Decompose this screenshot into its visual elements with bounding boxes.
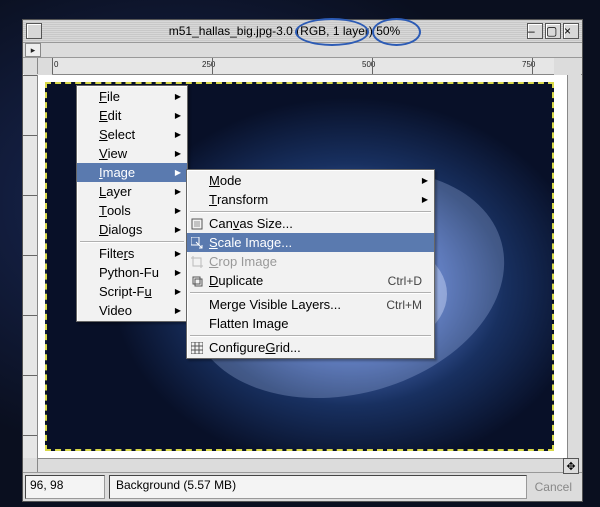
submenu-arrow-icon: ▶ <box>175 168 181 177</box>
menu-item-duplicate[interactable]: DuplicateCtrl+D <box>187 271 434 290</box>
ruler-corner <box>23 58 38 74</box>
menu-item-mode[interactable]: Mode▶ <box>187 171 434 190</box>
main-context-menu: File▶Edit▶Select▶View▶Image▶Layer▶Tools▶… <box>76 85 188 322</box>
submenu-arrow-icon: ▶ <box>422 195 428 204</box>
window-titlebar[interactable]: m51_hallas_big.jpg-3.0 (RGB, 1 layer) 50… <box>23 20 582 43</box>
menu-item-mergevisiblelayers[interactable]: Merge Visible Layers...Ctrl+M <box>187 295 434 314</box>
submenu-arrow-icon: ▶ <box>175 149 181 158</box>
submenu-arrow-icon: ▶ <box>175 130 181 139</box>
image-submenu: Mode▶Transform▶ Canvas Size...Scale Image… <box>186 169 435 359</box>
horizontal-scrollbar[interactable] <box>38 458 568 472</box>
menu-item-scaleimage[interactable]: Scale Image... <box>187 233 434 252</box>
vertical-scrollbar[interactable] <box>567 75 582 458</box>
ruler-horizontal[interactable]: 0 250 500 750 <box>52 58 554 75</box>
statusbar: 96, 98 Background (5.57 MB) Cancel <box>23 472 582 501</box>
submenu-arrow-icon: ▶ <box>175 287 181 296</box>
submenu-arrow-icon: ▶ <box>175 225 181 234</box>
menu-item-transform[interactable]: Transform▶ <box>187 190 434 209</box>
maximize-button[interactable]: ▢ <box>545 23 561 39</box>
submenu-arrow-icon: ▶ <box>175 111 181 120</box>
navigation-preview-button[interactable]: ✥ <box>563 458 579 474</box>
menu-item-select[interactable]: Select▶ <box>77 125 187 144</box>
menu-item-scriptfu[interactable]: Script-Fu▶ <box>77 282 187 301</box>
menu-separator <box>190 292 431 293</box>
menu-separator <box>190 211 431 212</box>
menu-item-layer[interactable]: Layer▶ <box>77 182 187 201</box>
menu-separator <box>190 335 431 336</box>
duplicate-icon <box>190 274 204 288</box>
window-menu-button[interactable] <box>26 23 42 39</box>
scale-icon <box>190 236 204 250</box>
ruler-vertical[interactable] <box>23 75 38 458</box>
submenu-arrow-icon: ▶ <box>175 187 181 196</box>
status-layer-info: Background (5.57 MB) <box>109 475 527 499</box>
crop-icon <box>190 255 204 269</box>
submenu-arrow-icon: ▶ <box>175 268 181 277</box>
menu-item-tools[interactable]: Tools▶ <box>77 201 187 220</box>
menu-item-video[interactable]: Video▶ <box>77 301 187 320</box>
ruler-end <box>568 58 582 74</box>
menu-item-dialogs[interactable]: Dialogs▶ <box>77 220 187 239</box>
menu-item-canvassize[interactable]: Canvas Size... <box>187 214 434 233</box>
menu-item-image[interactable]: Image▶ <box>77 163 187 182</box>
menu-button-icon[interactable]: ▸ <box>25 43 41 57</box>
quickmask-toggle[interactable] <box>23 458 38 472</box>
menu-item-configuregrid[interactable]: Configure Grid... <box>187 338 434 357</box>
menu-item-flattenimage[interactable]: Flatten Image <box>187 314 434 333</box>
submenu-arrow-icon: ▶ <box>422 176 428 185</box>
minimize-button[interactable]: – <box>527 23 543 39</box>
keyboard-shortcut: Ctrl+M <box>386 298 422 312</box>
submenu-arrow-icon: ▶ <box>175 249 181 258</box>
pointer-coordinates: 96, 98 <box>25 475 105 499</box>
keyboard-shortcut: Ctrl+D <box>388 274 422 288</box>
menu-item-pythonfu[interactable]: Python-Fu▶ <box>77 263 187 282</box>
menu-item-file[interactable]: File▶ <box>77 87 187 106</box>
grid-icon <box>190 341 204 355</box>
window-title: m51_hallas_big.jpg-3.0 (RGB, 1 layer) 50… <box>43 24 526 38</box>
close-button[interactable]: × <box>563 23 579 39</box>
menu-item-view[interactable]: View▶ <box>77 144 187 163</box>
menu-item-edit[interactable]: Edit▶ <box>77 106 187 125</box>
submenu-arrow-icon: ▶ <box>175 206 181 215</box>
menu-item-cropimage: Crop Image <box>187 252 434 271</box>
submenu-arrow-icon: ▶ <box>175 92 181 101</box>
quick-mask-row: ▸ <box>23 43 582 58</box>
menu-item-filters[interactable]: Filters▶ <box>77 244 187 263</box>
menu-separator <box>80 241 184 242</box>
canvas-icon <box>190 217 204 231</box>
cancel-button[interactable]: Cancel <box>535 480 572 494</box>
submenu-arrow-icon: ▶ <box>175 306 181 315</box>
